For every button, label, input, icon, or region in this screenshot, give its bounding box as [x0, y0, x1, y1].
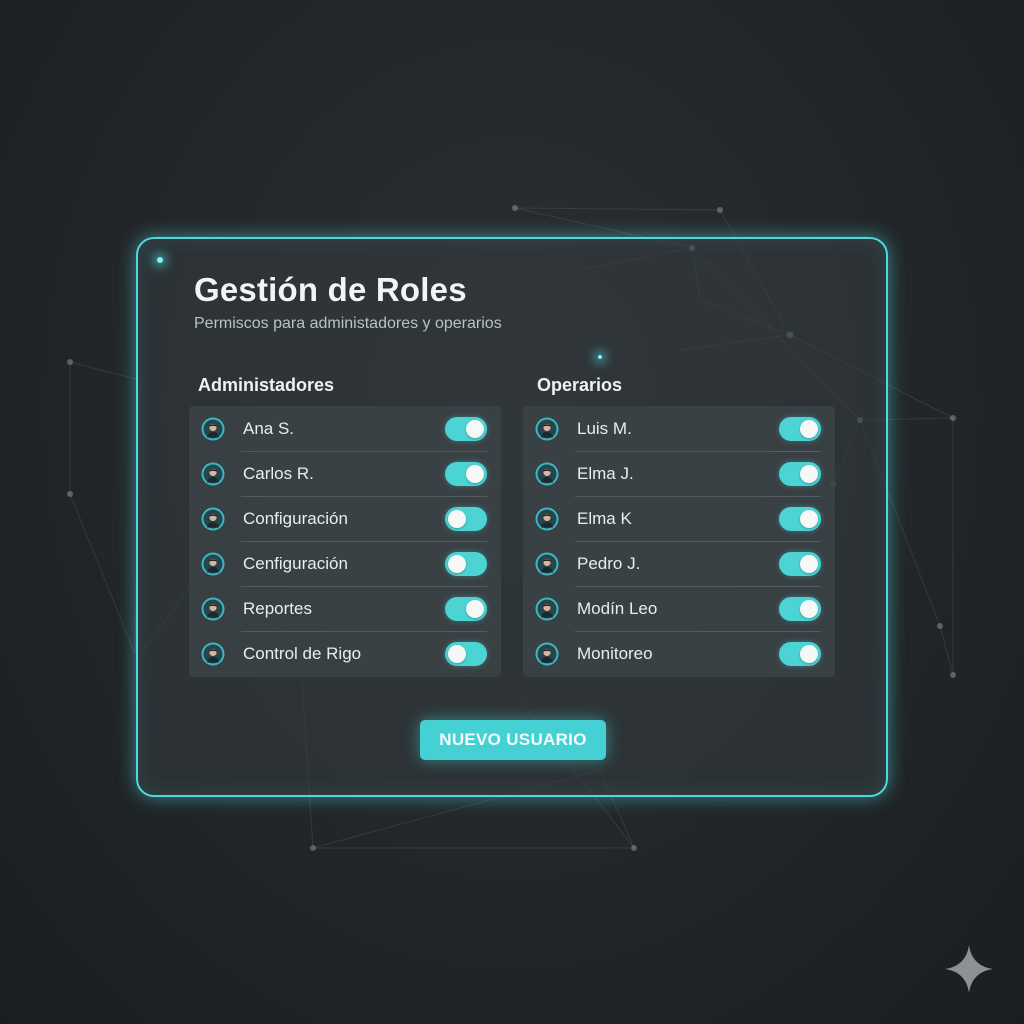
toggle-knob	[466, 599, 484, 618]
user-avatar-icon	[201, 552, 225, 576]
user-avatar-icon	[535, 552, 559, 576]
user-avatar-icon	[201, 597, 225, 621]
list-item-label: Luis M.	[577, 418, 632, 438]
list-item-label: Configuración	[243, 508, 348, 528]
toggle-knob	[800, 599, 818, 618]
role-management-panel: Gestión de Roles Permiscos para administ…	[136, 237, 888, 797]
permission-toggle[interactable]	[445, 416, 487, 441]
toggle-knob	[466, 464, 484, 483]
user-avatar-icon	[535, 417, 559, 441]
list-item-label: Elma J.	[577, 463, 634, 483]
permission-toggle[interactable]	[445, 506, 487, 531]
permission-toggle[interactable]	[779, 416, 821, 441]
list-item-label: Cenfiguración	[243, 553, 348, 573]
toggle-knob	[448, 554, 466, 573]
user-avatar-icon	[535, 462, 559, 486]
list-item-label: Monitoreo	[577, 643, 653, 663]
list-item: Cenfiguración	[189, 541, 501, 586]
list-item: Luis M.	[523, 406, 835, 451]
user-avatar-icon	[201, 462, 225, 486]
list-item: Configuración	[189, 496, 501, 541]
permission-toggle[interactable]	[445, 461, 487, 486]
toggle-knob	[448, 644, 466, 663]
toggle-knob	[800, 509, 818, 528]
list-item-label: Reportes	[243, 598, 312, 618]
glow-dot	[157, 257, 163, 263]
list-item-label: Pedro J.	[577, 553, 641, 573]
list-item: Control de Rigo	[189, 631, 501, 676]
permission-toggle[interactable]	[779, 506, 821, 531]
user-avatar-icon	[201, 507, 225, 531]
permission-toggle[interactable]	[445, 641, 487, 666]
user-avatar-icon	[535, 597, 559, 621]
list-item: Monitoreo	[523, 631, 835, 676]
sparkle-icon	[945, 945, 993, 993]
toggle-knob	[800, 644, 818, 663]
user-avatar-icon	[535, 642, 559, 666]
toggle-knob	[800, 464, 818, 483]
user-avatar-icon	[535, 507, 559, 531]
page-subtitle: Permiscos para administadores y operario…	[194, 315, 502, 332]
list-item: Ana S.	[189, 406, 501, 451]
list-item-label: Elma K	[577, 508, 632, 528]
list-item: Modín Leo	[523, 586, 835, 631]
admins-heading: Administadores	[198, 375, 335, 395]
list-item: Elma K	[523, 496, 835, 541]
toggle-knob	[800, 419, 818, 438]
toggle-knob	[466, 419, 484, 438]
list-item-label: Carlos R.	[243, 463, 314, 483]
admins-list: Ana S. Carlos R. Configuración Cenfiguració…	[189, 406, 501, 677]
list-item-label: Control de Rigo	[243, 643, 362, 663]
operators-heading: Operarios	[537, 375, 623, 395]
glow-dot	[598, 355, 602, 359]
user-avatar-icon	[201, 642, 225, 666]
permission-toggle[interactable]	[445, 596, 487, 621]
list-item-label: Ana S.	[243, 418, 295, 438]
toggle-knob	[800, 554, 818, 573]
page-title: Gestión de Roles	[194, 271, 467, 308]
operators-list: Luis M. Elma J. Elma K Pedro J. Modín Leo Mon…	[523, 406, 835, 677]
permission-toggle[interactable]	[445, 551, 487, 576]
list-item: Reportes	[189, 586, 501, 631]
toggle-knob	[448, 509, 466, 528]
permission-toggle[interactable]	[779, 596, 821, 621]
list-item: Pedro J.	[523, 541, 835, 586]
new-user-button[interactable]: NUEVO USUARIO	[420, 720, 606, 760]
list-item: Carlos R.	[189, 451, 501, 496]
permission-toggle[interactable]	[779, 461, 821, 486]
list-item: Elma J.	[523, 451, 835, 496]
permission-toggle[interactable]	[779, 641, 821, 666]
user-avatar-icon	[201, 417, 225, 441]
list-item-label: Modín Leo	[577, 598, 658, 618]
permission-toggle[interactable]	[779, 551, 821, 576]
